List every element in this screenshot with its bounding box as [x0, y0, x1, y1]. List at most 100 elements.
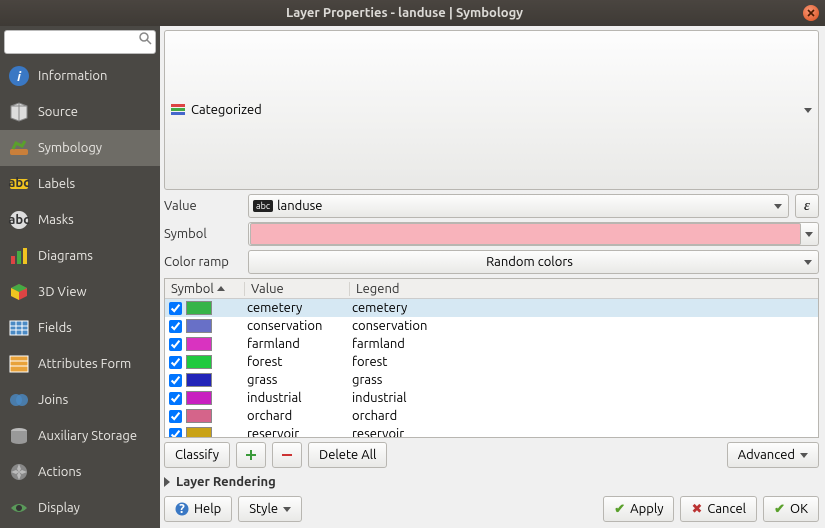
classify-button[interactable]: Classify [164, 442, 230, 468]
symbol-preview-button[interactable] [248, 222, 819, 246]
layer-rendering-section[interactable]: Layer Rendering [164, 472, 819, 492]
row-value: industrial [245, 391, 350, 405]
apply-button[interactable]: ✔Apply [603, 496, 674, 522]
col-symbol[interactable]: Symbol [165, 282, 245, 296]
remove-button[interactable] [272, 442, 302, 468]
row-value: orchard [245, 409, 350, 423]
row-legend: orchard [350, 409, 818, 423]
nav-label: Fields [38, 321, 72, 335]
table-row[interactable]: orchardorchard [165, 407, 818, 425]
categories-table: Symbol Value Legend cemeterycemeterycons… [164, 278, 819, 438]
color-swatch[interactable] [186, 319, 212, 333]
search-input[interactable] [4, 30, 156, 54]
row-value: conservation [245, 319, 350, 333]
check-icon: ✔ [774, 502, 785, 517]
style-button[interactable]: Style [238, 496, 302, 522]
chevron-down-icon [800, 453, 808, 458]
info-icon: i [8, 65, 30, 87]
nav-item-auxiliary-storage[interactable]: Auxiliary Storage [0, 418, 160, 454]
table-row[interactable]: cemeterycemetery [165, 299, 818, 317]
value-field-combo[interactable]: abc landuse [248, 194, 789, 218]
masks-icon: abc [8, 209, 30, 231]
color-swatch[interactable] [186, 391, 212, 405]
help-icon: ? [175, 502, 189, 516]
table-row[interactable]: farmlandfarmland [165, 335, 818, 353]
nav-item-information[interactable]: iInformation [0, 58, 160, 94]
color-swatch[interactable] [186, 427, 212, 437]
close-icon[interactable] [803, 5, 819, 21]
nav-label: Diagrams [38, 249, 93, 263]
color-swatch[interactable] [186, 301, 212, 315]
sort-asc-icon [217, 286, 225, 291]
row-checkbox[interactable] [169, 356, 182, 369]
color-swatch[interactable] [186, 355, 212, 369]
nav-item-actions[interactable]: Actions [0, 454, 160, 490]
nav-label: Attributes Form [38, 357, 131, 371]
value-field-text: landuse [277, 199, 322, 213]
row-legend: cemetery [350, 301, 818, 315]
nav-item-source[interactable]: Source [0, 94, 160, 130]
renderer-type-label: Categorized [191, 103, 262, 117]
row-legend: industrial [350, 391, 818, 405]
joins-icon [8, 389, 30, 411]
col-value[interactable]: Value [245, 282, 350, 296]
expression-button[interactable]: ε [795, 194, 819, 218]
nav-label: 3D View [38, 285, 87, 299]
row-checkbox[interactable] [169, 320, 182, 333]
sidebar: iInformationSourceSymbology abc Labels abcM… [0, 26, 160, 528]
renderer-type-combo[interactable]: Categorized [164, 30, 819, 190]
attrform-icon [8, 353, 30, 375]
fields-icon [8, 317, 30, 339]
table-row[interactable]: forestforest [165, 353, 818, 371]
row-checkbox[interactable] [169, 410, 182, 423]
color-swatch[interactable] [186, 337, 212, 351]
symbol-label: Symbol [164, 227, 242, 241]
table-row[interactable]: industrialindustrial [165, 389, 818, 407]
row-checkbox[interactable] [169, 338, 182, 351]
row-checkbox[interactable] [169, 392, 182, 405]
plus-icon [245, 449, 257, 461]
row-checkbox[interactable] [169, 428, 182, 438]
color-ramp-combo[interactable]: Random colors [248, 250, 819, 274]
window-title: Layer Properties - landuse | Symbology [6, 6, 803, 20]
color-swatch[interactable] [186, 409, 212, 423]
symbol-preview [250, 223, 801, 245]
table-row[interactable]: reservoirreservoir [165, 425, 818, 437]
labels-icon: abc [8, 173, 30, 195]
svg-text:?: ? [179, 502, 185, 516]
nav-item-attributes-form[interactable]: Attributes Form [0, 346, 160, 382]
nav-item-3d-view[interactable]: 3D View [0, 274, 160, 310]
ramp-value: Random colors [255, 255, 804, 269]
cancel-button[interactable]: ✖Cancel [680, 496, 757, 522]
categorized-icon [171, 104, 185, 116]
table-row[interactable]: conservationconservation [165, 317, 818, 335]
search-icon [138, 31, 152, 45]
help-button[interactable]: ? Help [164, 496, 232, 522]
nav-item-fields[interactable]: Fields [0, 310, 160, 346]
add-button[interactable] [236, 442, 266, 468]
nav-item-masks[interactable]: abcMasks [0, 202, 160, 238]
nav-item-display[interactable]: Display [0, 490, 160, 526]
chevron-down-icon [804, 108, 812, 113]
nav-label: Display [38, 501, 80, 515]
nav-label: Labels [38, 177, 75, 191]
row-value: grass [245, 373, 350, 387]
nav-item-joins[interactable]: Joins [0, 382, 160, 418]
nav-label: Actions [38, 465, 81, 479]
ok-button[interactable]: ✔OK [763, 496, 819, 522]
row-checkbox[interactable] [169, 374, 182, 387]
delete-all-button[interactable]: Delete All [308, 442, 387, 468]
col-legend[interactable]: Legend [350, 282, 818, 296]
table-row[interactable]: grassgrass [165, 371, 818, 389]
abc-icon: abc [253, 200, 273, 212]
advanced-button[interactable]: Advanced [727, 442, 819, 468]
row-checkbox[interactable] [169, 302, 182, 315]
nav-item-symbology[interactable]: Symbology [0, 130, 160, 166]
nav-item-labels[interactable]: abc Labels [0, 166, 160, 202]
row-value: reservoir [245, 427, 350, 437]
chevron-down-icon [804, 260, 812, 265]
color-swatch[interactable] [186, 373, 212, 387]
nav-item-diagrams[interactable]: Diagrams [0, 238, 160, 274]
chevron-down-icon [283, 507, 291, 512]
display-icon [8, 497, 30, 519]
